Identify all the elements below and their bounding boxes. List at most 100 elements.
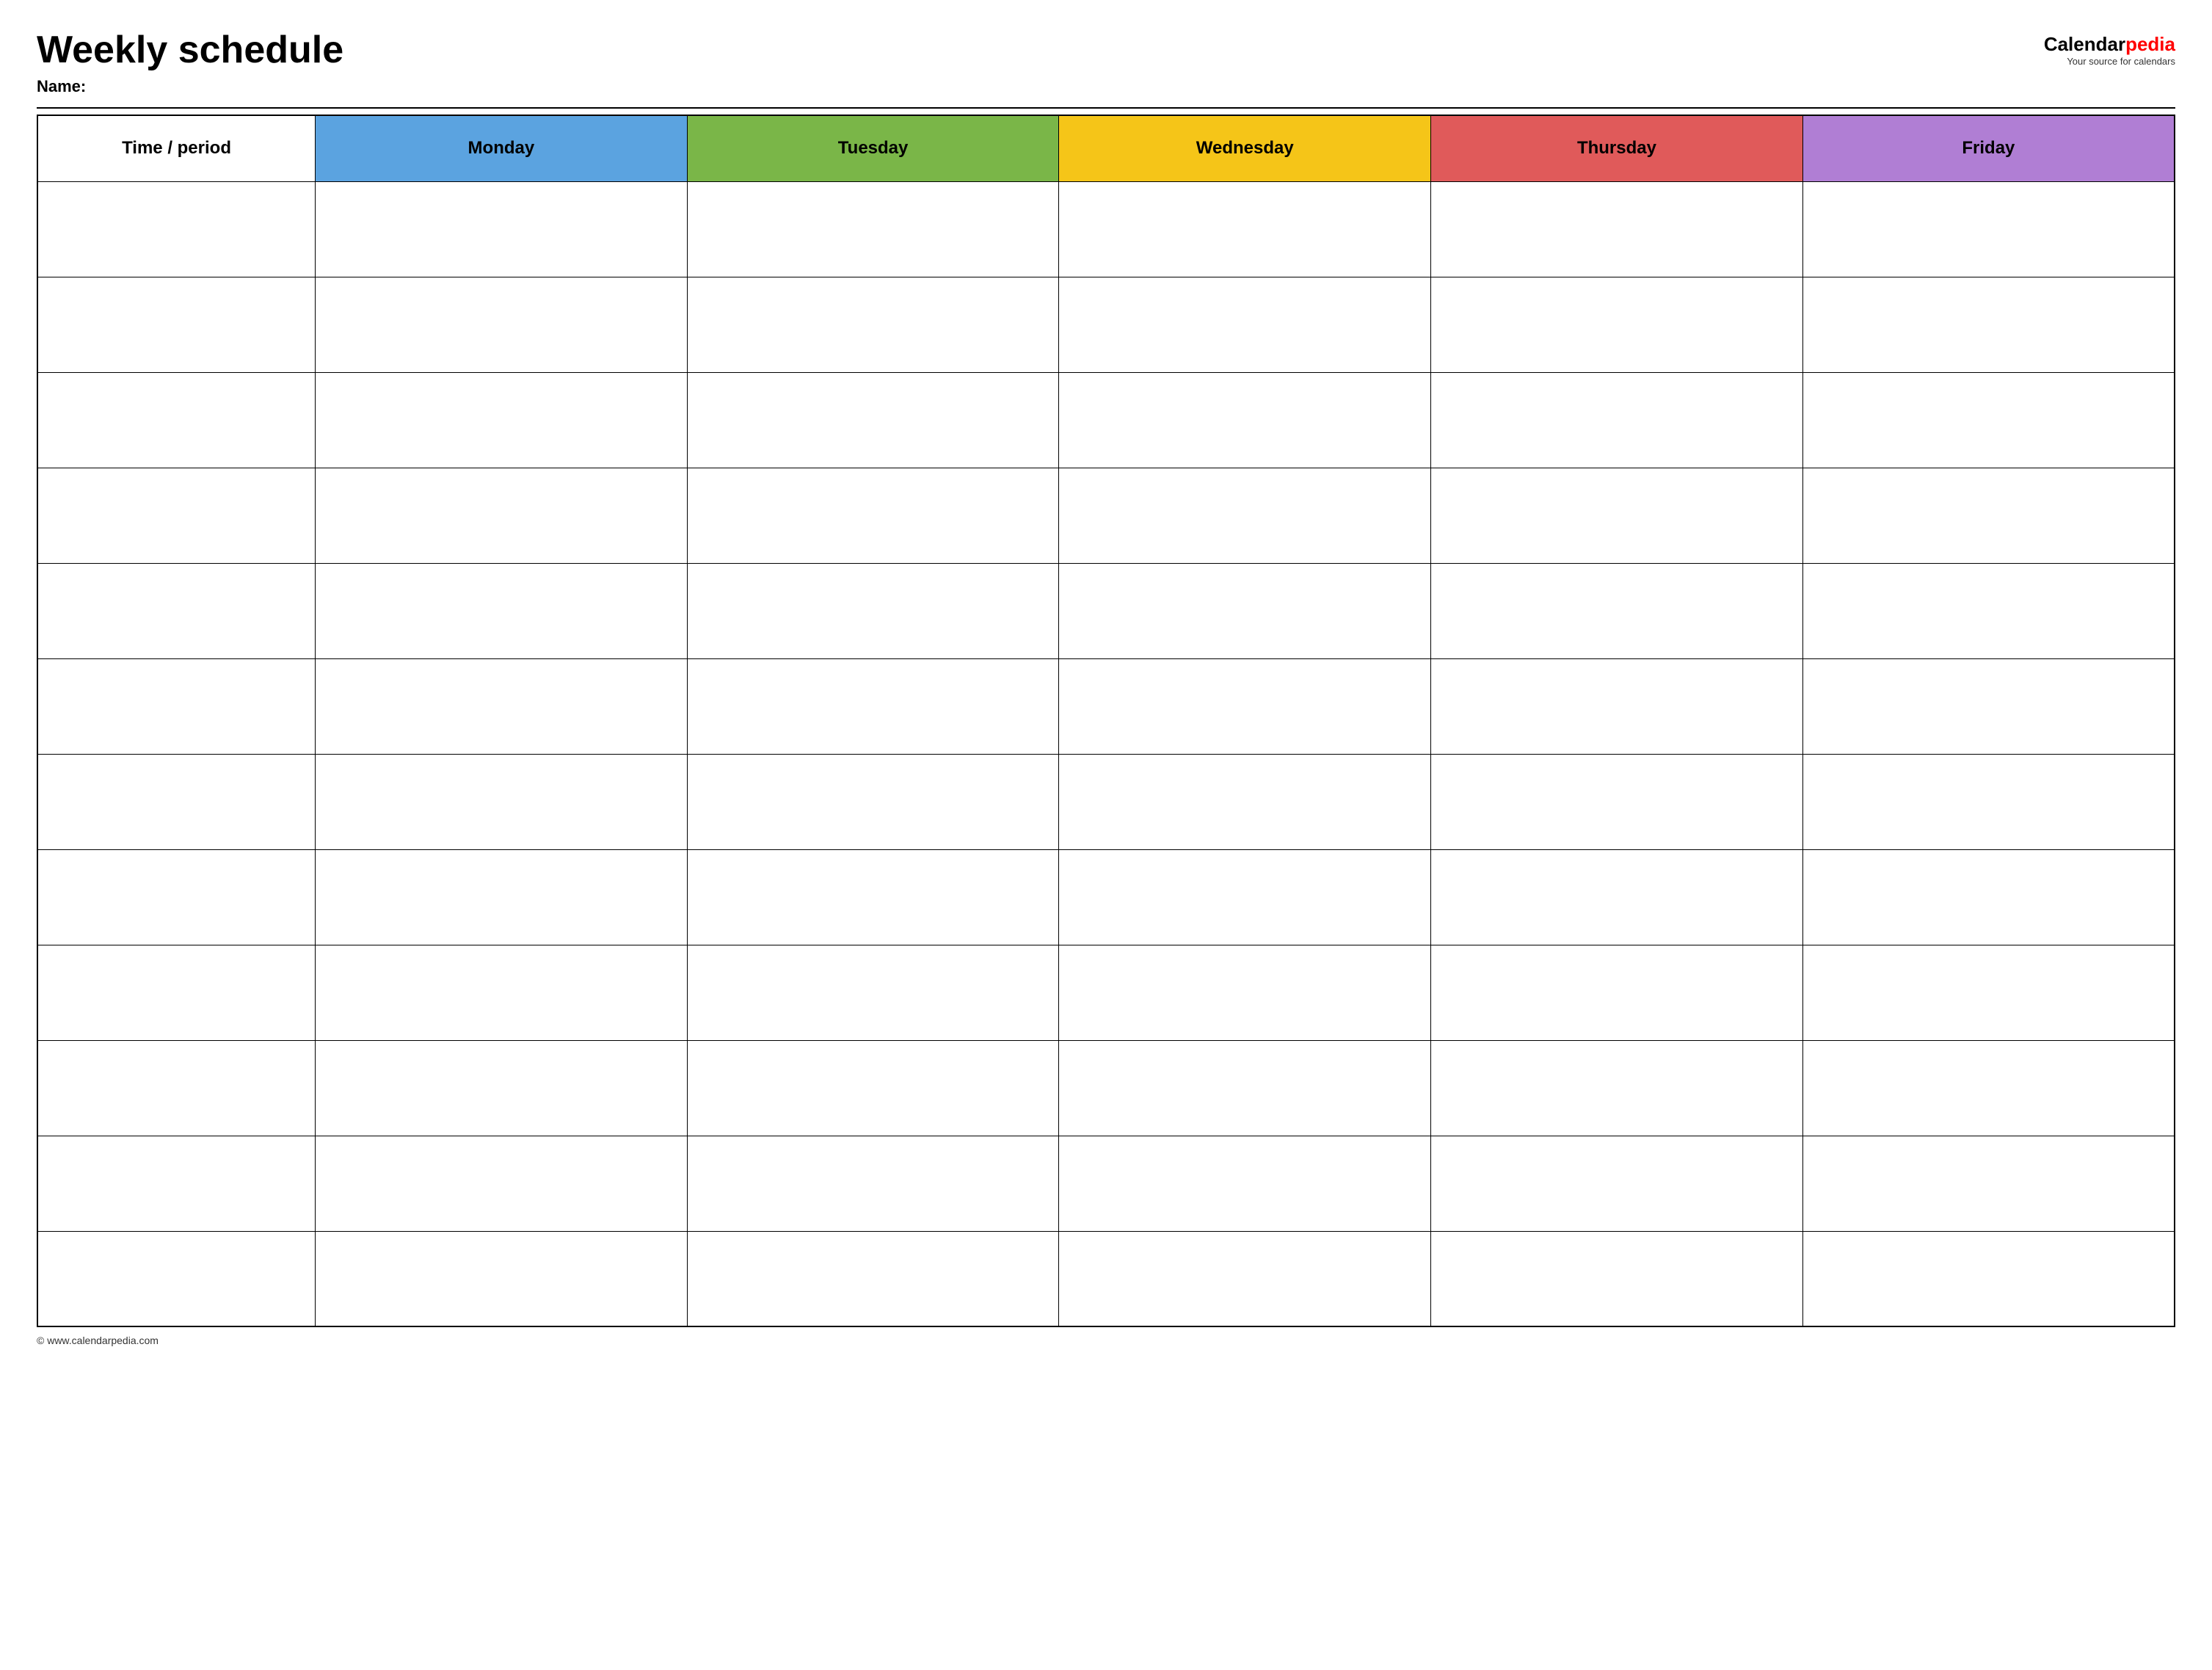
table-cell[interactable] <box>1059 658 1431 754</box>
table-cell[interactable] <box>1802 372 2175 468</box>
table-cell[interactable] <box>1431 754 1803 849</box>
table-cell[interactable] <box>316 468 688 563</box>
table-cell[interactable] <box>37 1040 316 1136</box>
name-label: Name: <box>37 77 343 96</box>
table-cell[interactable] <box>1431 945 1803 1040</box>
logo-pedia: pedia <box>2125 33 2175 55</box>
table-cell[interactable] <box>1059 1136 1431 1231</box>
table-cell[interactable] <box>687 945 1059 1040</box>
header-divider <box>37 107 2175 109</box>
table-row <box>37 563 2175 658</box>
table-cell[interactable] <box>1431 1231 1803 1326</box>
table-cell[interactable] <box>687 277 1059 372</box>
table-cell[interactable] <box>316 372 688 468</box>
table-cell[interactable] <box>316 563 688 658</box>
header-area: Weekly schedule Name: Calendarpedia Your… <box>37 29 2175 96</box>
table-cell[interactable] <box>1059 181 1431 277</box>
table-cell[interactable] <box>37 181 316 277</box>
table-cell[interactable] <box>687 468 1059 563</box>
table-row <box>37 849 2175 945</box>
table-cell[interactable] <box>1059 468 1431 563</box>
table-cell[interactable] <box>687 1040 1059 1136</box>
col-header-wednesday: Wednesday <box>1059 115 1431 181</box>
table-cell[interactable] <box>1059 372 1431 468</box>
table-cell[interactable] <box>687 849 1059 945</box>
table-cell[interactable] <box>1431 181 1803 277</box>
table-cell[interactable] <box>37 468 316 563</box>
table-cell[interactable] <box>1059 754 1431 849</box>
table-cell[interactable] <box>687 563 1059 658</box>
table-row <box>37 277 2175 372</box>
table-cell[interactable] <box>1059 563 1431 658</box>
table-cell[interactable] <box>1059 849 1431 945</box>
table-cell[interactable] <box>37 1231 316 1326</box>
table-row <box>37 1136 2175 1231</box>
table-cell[interactable] <box>1431 277 1803 372</box>
table-cell[interactable] <box>1059 1231 1431 1326</box>
table-cell[interactable] <box>1802 754 2175 849</box>
table-cell[interactable] <box>37 658 316 754</box>
table-cell[interactable] <box>1059 945 1431 1040</box>
table-cell[interactable] <box>37 945 316 1040</box>
table-cell[interactable] <box>316 754 688 849</box>
table-cell[interactable] <box>687 1231 1059 1326</box>
table-cell[interactable] <box>1431 468 1803 563</box>
table-cell[interactable] <box>316 658 688 754</box>
table-header-row: Time / period Monday Tuesday Wednesday T… <box>37 115 2175 181</box>
logo-section: Calendarpedia Your source for calendars <box>2044 29 2175 67</box>
table-cell[interactable] <box>37 372 316 468</box>
table-cell[interactable] <box>687 372 1059 468</box>
table-cell[interactable] <box>687 1136 1059 1231</box>
table-row <box>37 945 2175 1040</box>
table-cell[interactable] <box>1802 1136 2175 1231</box>
table-body <box>37 181 2175 1326</box>
table-cell[interactable] <box>316 1136 688 1231</box>
page-title: Weekly schedule <box>37 29 343 71</box>
table-cell[interactable] <box>1431 563 1803 658</box>
table-cell[interactable] <box>37 1136 316 1231</box>
logo-tagline: Your source for calendars <box>2067 56 2175 67</box>
table-cell[interactable] <box>37 754 316 849</box>
table-cell[interactable] <box>1802 658 2175 754</box>
table-row <box>37 754 2175 849</box>
table-row <box>37 372 2175 468</box>
table-cell[interactable] <box>1059 277 1431 372</box>
table-cell[interactable] <box>1431 372 1803 468</box>
table-cell[interactable] <box>1431 658 1803 754</box>
footer: © www.calendarpedia.com <box>37 1335 2175 1346</box>
table-cell[interactable] <box>687 658 1059 754</box>
col-header-monday: Monday <box>316 115 688 181</box>
col-header-tuesday: Tuesday <box>687 115 1059 181</box>
table-cell[interactable] <box>1802 563 2175 658</box>
table-cell[interactable] <box>37 277 316 372</box>
table-cell[interactable] <box>1802 1040 2175 1136</box>
table-cell[interactable] <box>37 563 316 658</box>
table-cell[interactable] <box>1802 277 2175 372</box>
table-cell[interactable] <box>1802 849 2175 945</box>
table-cell[interactable] <box>316 1231 688 1326</box>
table-cell[interactable] <box>687 181 1059 277</box>
schedule-table: Time / period Monday Tuesday Wednesday T… <box>37 115 2175 1327</box>
table-cell[interactable] <box>316 181 688 277</box>
table-cell[interactable] <box>316 277 688 372</box>
logo-text: Calendarpedia <box>2044 33 2175 56</box>
table-cell[interactable] <box>1802 468 2175 563</box>
table-cell[interactable] <box>1059 1040 1431 1136</box>
table-row <box>37 658 2175 754</box>
col-header-friday: Friday <box>1802 115 2175 181</box>
table-cell[interactable] <box>687 754 1059 849</box>
table-cell[interactable] <box>37 849 316 945</box>
table-cell[interactable] <box>1431 1136 1803 1231</box>
table-cell[interactable] <box>316 1040 688 1136</box>
table-cell[interactable] <box>1802 1231 2175 1326</box>
table-row <box>37 468 2175 563</box>
table-cell[interactable] <box>316 945 688 1040</box>
table-cell[interactable] <box>1802 181 2175 277</box>
table-cell[interactable] <box>1802 945 2175 1040</box>
table-cell[interactable] <box>316 849 688 945</box>
table-row <box>37 181 2175 277</box>
table-cell[interactable] <box>1431 849 1803 945</box>
col-header-time: Time / period <box>37 115 316 181</box>
table-row <box>37 1040 2175 1136</box>
table-cell[interactable] <box>1431 1040 1803 1136</box>
